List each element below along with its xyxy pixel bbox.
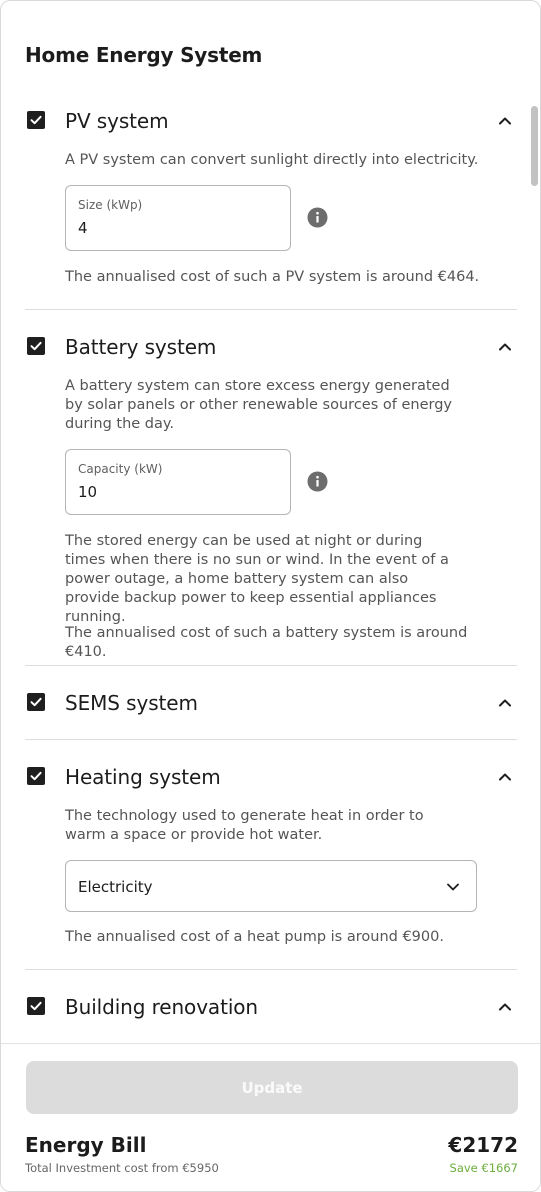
section-title: Heating system: [65, 765, 221, 789]
savings-text: Save €1667: [449, 1161, 518, 1175]
section-divider: [25, 739, 517, 740]
building-renovation-checkbox[interactable]: [27, 997, 45, 1015]
section-note: The stored energy can be used at night o…: [65, 533, 449, 625]
section-title: Building renovation: [65, 995, 258, 1019]
capacity-kw-input[interactable]: Capacity (kW) 10: [65, 449, 291, 515]
section-cost-note: The annualised cost of such a battery sy…: [65, 625, 468, 660]
heating-source-select[interactable]: Electricity: [65, 860, 477, 912]
section-cost-note: The annualised cost of a heat pump is ar…: [65, 929, 444, 945]
chevron-up-icon[interactable]: [497, 339, 513, 355]
energy-bill-amount: €2172: [448, 1133, 518, 1157]
energy-bill-title: Energy Bill: [25, 1133, 147, 1157]
chevron-up-icon[interactable]: [497, 113, 513, 129]
section-title: Battery system: [65, 335, 217, 359]
pv-system-checkbox[interactable]: [27, 111, 45, 129]
checkmark-icon: [30, 1001, 42, 1011]
section-title: PV system: [65, 109, 169, 133]
sems-system-checkbox[interactable]: [27, 693, 45, 711]
summary-footer: Update Energy Bill €2172 Total Investmen…: [1, 1043, 540, 1191]
chevron-up-icon[interactable]: [497, 769, 513, 785]
page-title: Home Energy System: [25, 43, 263, 67]
section-divider: [25, 309, 517, 310]
section-cost-note: The annualised cost of such a PV system …: [65, 269, 480, 285]
update-button[interactable]: Update: [26, 1061, 518, 1114]
chevron-up-icon[interactable]: [497, 999, 513, 1015]
scroll-area: Home Energy System PV system A PV system…: [1, 1, 540, 1043]
section-divider: [25, 969, 517, 970]
info-icon[interactable]: [307, 471, 328, 492]
checkmark-icon: [30, 115, 42, 125]
investment-cost-text: Total Investment cost from €5950: [25, 1161, 219, 1175]
chevron-down-icon: [447, 883, 459, 891]
select-value: Electricity: [78, 878, 153, 896]
section-title: SEMS system: [65, 691, 198, 715]
home-energy-panel: Home Energy System PV system A PV system…: [0, 0, 541, 1192]
section-divider: [25, 665, 517, 666]
info-icon[interactable]: [307, 207, 328, 228]
size-kwp-input[interactable]: Size (kWp) 4: [65, 185, 291, 251]
heating-system-checkbox[interactable]: [27, 767, 45, 785]
section-description: A PV system can convert sunlight directl…: [65, 152, 479, 168]
checkmark-icon: [30, 771, 42, 781]
section-description: The technology used to generate heat in …: [65, 808, 424, 843]
battery-system-checkbox[interactable]: [27, 337, 45, 355]
field-label: Capacity (kW): [78, 462, 163, 476]
scrollbar-thumb[interactable]: [531, 106, 538, 186]
checkmark-icon: [30, 697, 42, 707]
chevron-up-icon[interactable]: [497, 695, 513, 711]
field-value[interactable]: 10: [78, 483, 97, 501]
field-label: Size (kWp): [78, 198, 143, 212]
field-value[interactable]: 4: [78, 219, 88, 237]
checkmark-icon: [30, 341, 42, 351]
section-description: A battery system can store excess energy…: [65, 378, 452, 432]
